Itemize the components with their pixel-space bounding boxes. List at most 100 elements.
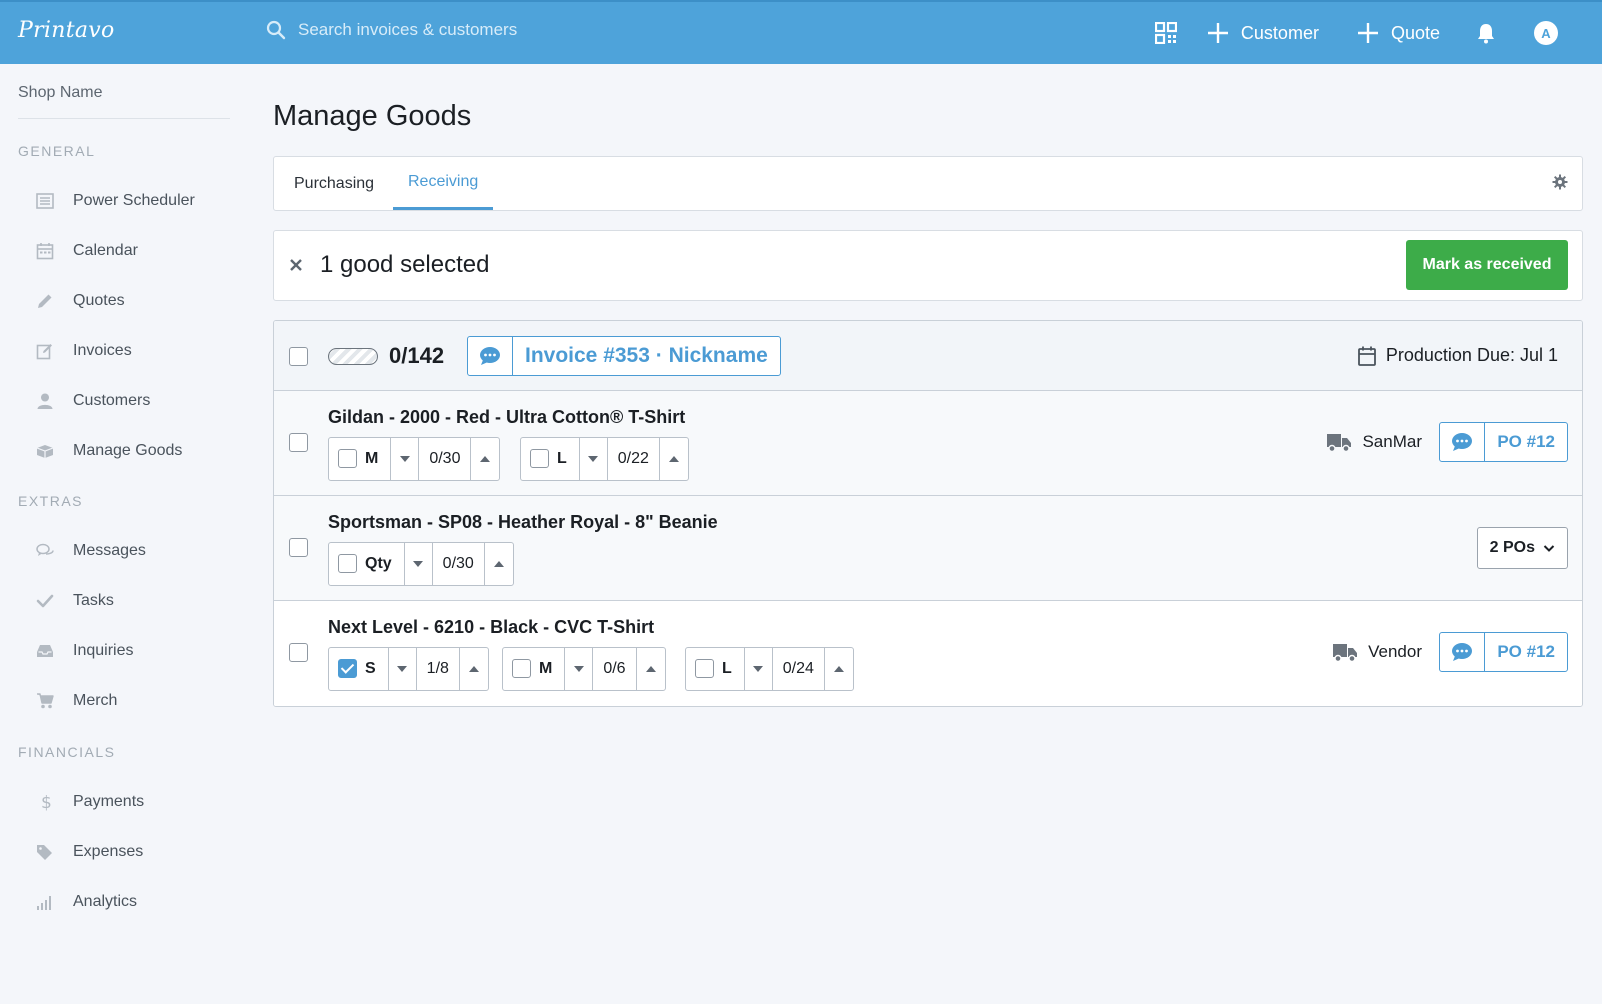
user-avatar[interactable]: A bbox=[1534, 21, 1558, 45]
size-label: M bbox=[539, 660, 553, 677]
size-selector[interactable]: M bbox=[503, 648, 566, 690]
message-icon[interactable] bbox=[1440, 423, 1486, 461]
size-selector[interactable]: S bbox=[329, 648, 389, 690]
increment-button[interactable] bbox=[485, 543, 513, 585]
sidebar-item-calendar[interactable]: Calendar bbox=[36, 236, 138, 266]
sidebar: Shop Name GENERAL Power Scheduler Calend… bbox=[0, 64, 250, 1004]
bell-icon[interactable] bbox=[1476, 22, 1496, 44]
vendor-name: SanMar bbox=[1362, 432, 1422, 451]
size-checkbox[interactable] bbox=[338, 659, 357, 678]
inbox-icon bbox=[37, 645, 53, 657]
message-icon[interactable] bbox=[468, 337, 513, 375]
list-icon bbox=[36, 193, 54, 209]
quantity-field[interactable]: 0/30 bbox=[433, 543, 485, 585]
add-customer-button[interactable]: Customer bbox=[1207, 22, 1319, 44]
goods-item-row: Gildan - 2000 - Red - Ultra Cotton® T-Sh… bbox=[274, 391, 1582, 496]
size-checkbox[interactable] bbox=[512, 659, 531, 678]
caret-down-icon bbox=[573, 666, 584, 672]
caret-down-icon bbox=[413, 561, 424, 567]
production-due: Production Due: Jul 1 bbox=[1357, 345, 1558, 366]
sidebar-item-quotes[interactable]: Quotes bbox=[36, 286, 125, 316]
sidebar-item-merch[interactable]: Merch bbox=[36, 686, 117, 716]
search-icon bbox=[266, 20, 286, 40]
tab-purchasing[interactable]: Purchasing bbox=[294, 157, 374, 210]
sidebar-item-power-scheduler[interactable]: Power Scheduler bbox=[36, 186, 195, 216]
quantity-field[interactable]: 0/24 bbox=[773, 648, 825, 690]
increment-button[interactable] bbox=[637, 648, 665, 690]
item-checkbox[interactable] bbox=[289, 538, 308, 557]
decrement-button[interactable] bbox=[391, 438, 420, 480]
truck-icon bbox=[1333, 644, 1358, 663]
quantity-field[interactable]: 0/22 bbox=[608, 438, 660, 480]
size-label: S bbox=[365, 660, 376, 677]
decrement-button[interactable] bbox=[745, 648, 773, 690]
po-dropdown-label: 2 POs bbox=[1489, 539, 1535, 556]
sidebar-item-label: Customers bbox=[73, 392, 151, 409]
calendar-icon bbox=[1357, 346, 1376, 366]
caret-up-icon bbox=[668, 456, 679, 462]
sidebar-item-analytics[interactable]: Analytics bbox=[36, 887, 137, 917]
sidebar-item-expenses[interactable]: Expenses bbox=[36, 837, 143, 867]
sidebar-item-payments[interactable]: $ Payments bbox=[36, 787, 144, 817]
size-stepper-s: S 1/8 bbox=[328, 647, 489, 691]
tags-icon bbox=[37, 845, 52, 860]
add-quote-button[interactable]: Quote bbox=[1357, 22, 1440, 44]
search-bar[interactable]: Search invoices & customers bbox=[266, 20, 517, 40]
size-selector[interactable]: L bbox=[521, 438, 580, 480]
svg-text:$: $ bbox=[41, 793, 52, 811]
quantity-field[interactable]: 1/8 bbox=[417, 648, 460, 690]
size-checkbox[interactable] bbox=[530, 449, 549, 468]
increment-button[interactable] bbox=[460, 648, 488, 690]
po-button[interactable]: PO #12 bbox=[1439, 422, 1568, 462]
sidebar-item-tasks[interactable]: Tasks bbox=[36, 586, 114, 616]
size-checkbox[interactable] bbox=[338, 554, 357, 573]
invoice-link-button[interactable]: Invoice #353 · Nickname bbox=[467, 336, 781, 376]
sidebar-item-messages[interactable]: Messages bbox=[36, 536, 146, 566]
size-label: M bbox=[365, 450, 379, 467]
mark-as-received-button[interactable]: Mark as received bbox=[1406, 240, 1568, 290]
tab-receiving[interactable]: Receiving bbox=[393, 157, 494, 210]
invoice-checkbox[interactable] bbox=[289, 347, 308, 366]
size-label: L bbox=[722, 660, 732, 677]
decrement-button[interactable] bbox=[389, 648, 417, 690]
quantity-field[interactable]: 0/30 bbox=[419, 438, 472, 480]
sidebar-item-invoices[interactable]: Invoices bbox=[36, 336, 132, 366]
goods-list: 0/142 Invoice #353 · Nickname Production… bbox=[273, 320, 1583, 707]
item-checkbox[interactable] bbox=[289, 433, 308, 452]
chat-bubbles-icon bbox=[36, 543, 54, 556]
quantity-field[interactable]: 0/6 bbox=[593, 648, 637, 690]
size-checkbox[interactable] bbox=[695, 659, 714, 678]
sidebar-item-manage-goods[interactable]: Manage Goods bbox=[36, 436, 182, 466]
selection-bar: 1 good selected Mark as received bbox=[273, 230, 1583, 301]
vendor: SanMar bbox=[1326, 431, 1422, 453]
user-icon bbox=[37, 393, 53, 409]
size-selector[interactable]: M bbox=[329, 438, 392, 480]
gear-icon[interactable] bbox=[1552, 174, 1568, 190]
sidebar-item-label: Payments bbox=[73, 793, 145, 810]
size-selector[interactable]: L bbox=[686, 648, 745, 690]
decrement-button[interactable] bbox=[565, 648, 594, 690]
search-placeholder[interactable]: Search invoices & customers bbox=[298, 20, 517, 40]
close-icon[interactable] bbox=[288, 257, 304, 273]
po-dropdown[interactable]: 2 POs bbox=[1476, 527, 1568, 569]
increment-button[interactable] bbox=[471, 438, 499, 480]
message-icon[interactable] bbox=[1440, 633, 1486, 671]
sidebar-item-label: Merch bbox=[73, 692, 118, 709]
increment-button[interactable] bbox=[660, 438, 688, 480]
po-button[interactable]: PO #12 bbox=[1439, 632, 1568, 672]
vendor: Vendor bbox=[1332, 641, 1422, 663]
size-stepper-m: M 0/6 bbox=[502, 647, 666, 691]
app-logo[interactable]: Printavo bbox=[18, 18, 115, 43]
qr-code-icon[interactable] bbox=[1154, 22, 1177, 44]
decrement-button[interactable] bbox=[580, 438, 608, 480]
size-selector[interactable]: Qty bbox=[329, 543, 405, 585]
sidebar-item-label: Analytics bbox=[73, 893, 138, 910]
size-checkbox[interactable] bbox=[338, 449, 357, 468]
shop-name[interactable]: Shop Name bbox=[18, 84, 103, 102]
item-checkbox[interactable] bbox=[289, 643, 308, 662]
po-label: PO #12 bbox=[1497, 642, 1555, 661]
decrement-button[interactable] bbox=[405, 543, 433, 585]
increment-button[interactable] bbox=[825, 648, 853, 690]
sidebar-item-inquiries[interactable]: Inquiries bbox=[36, 636, 133, 666]
sidebar-item-customers[interactable]: Customers bbox=[36, 386, 150, 416]
